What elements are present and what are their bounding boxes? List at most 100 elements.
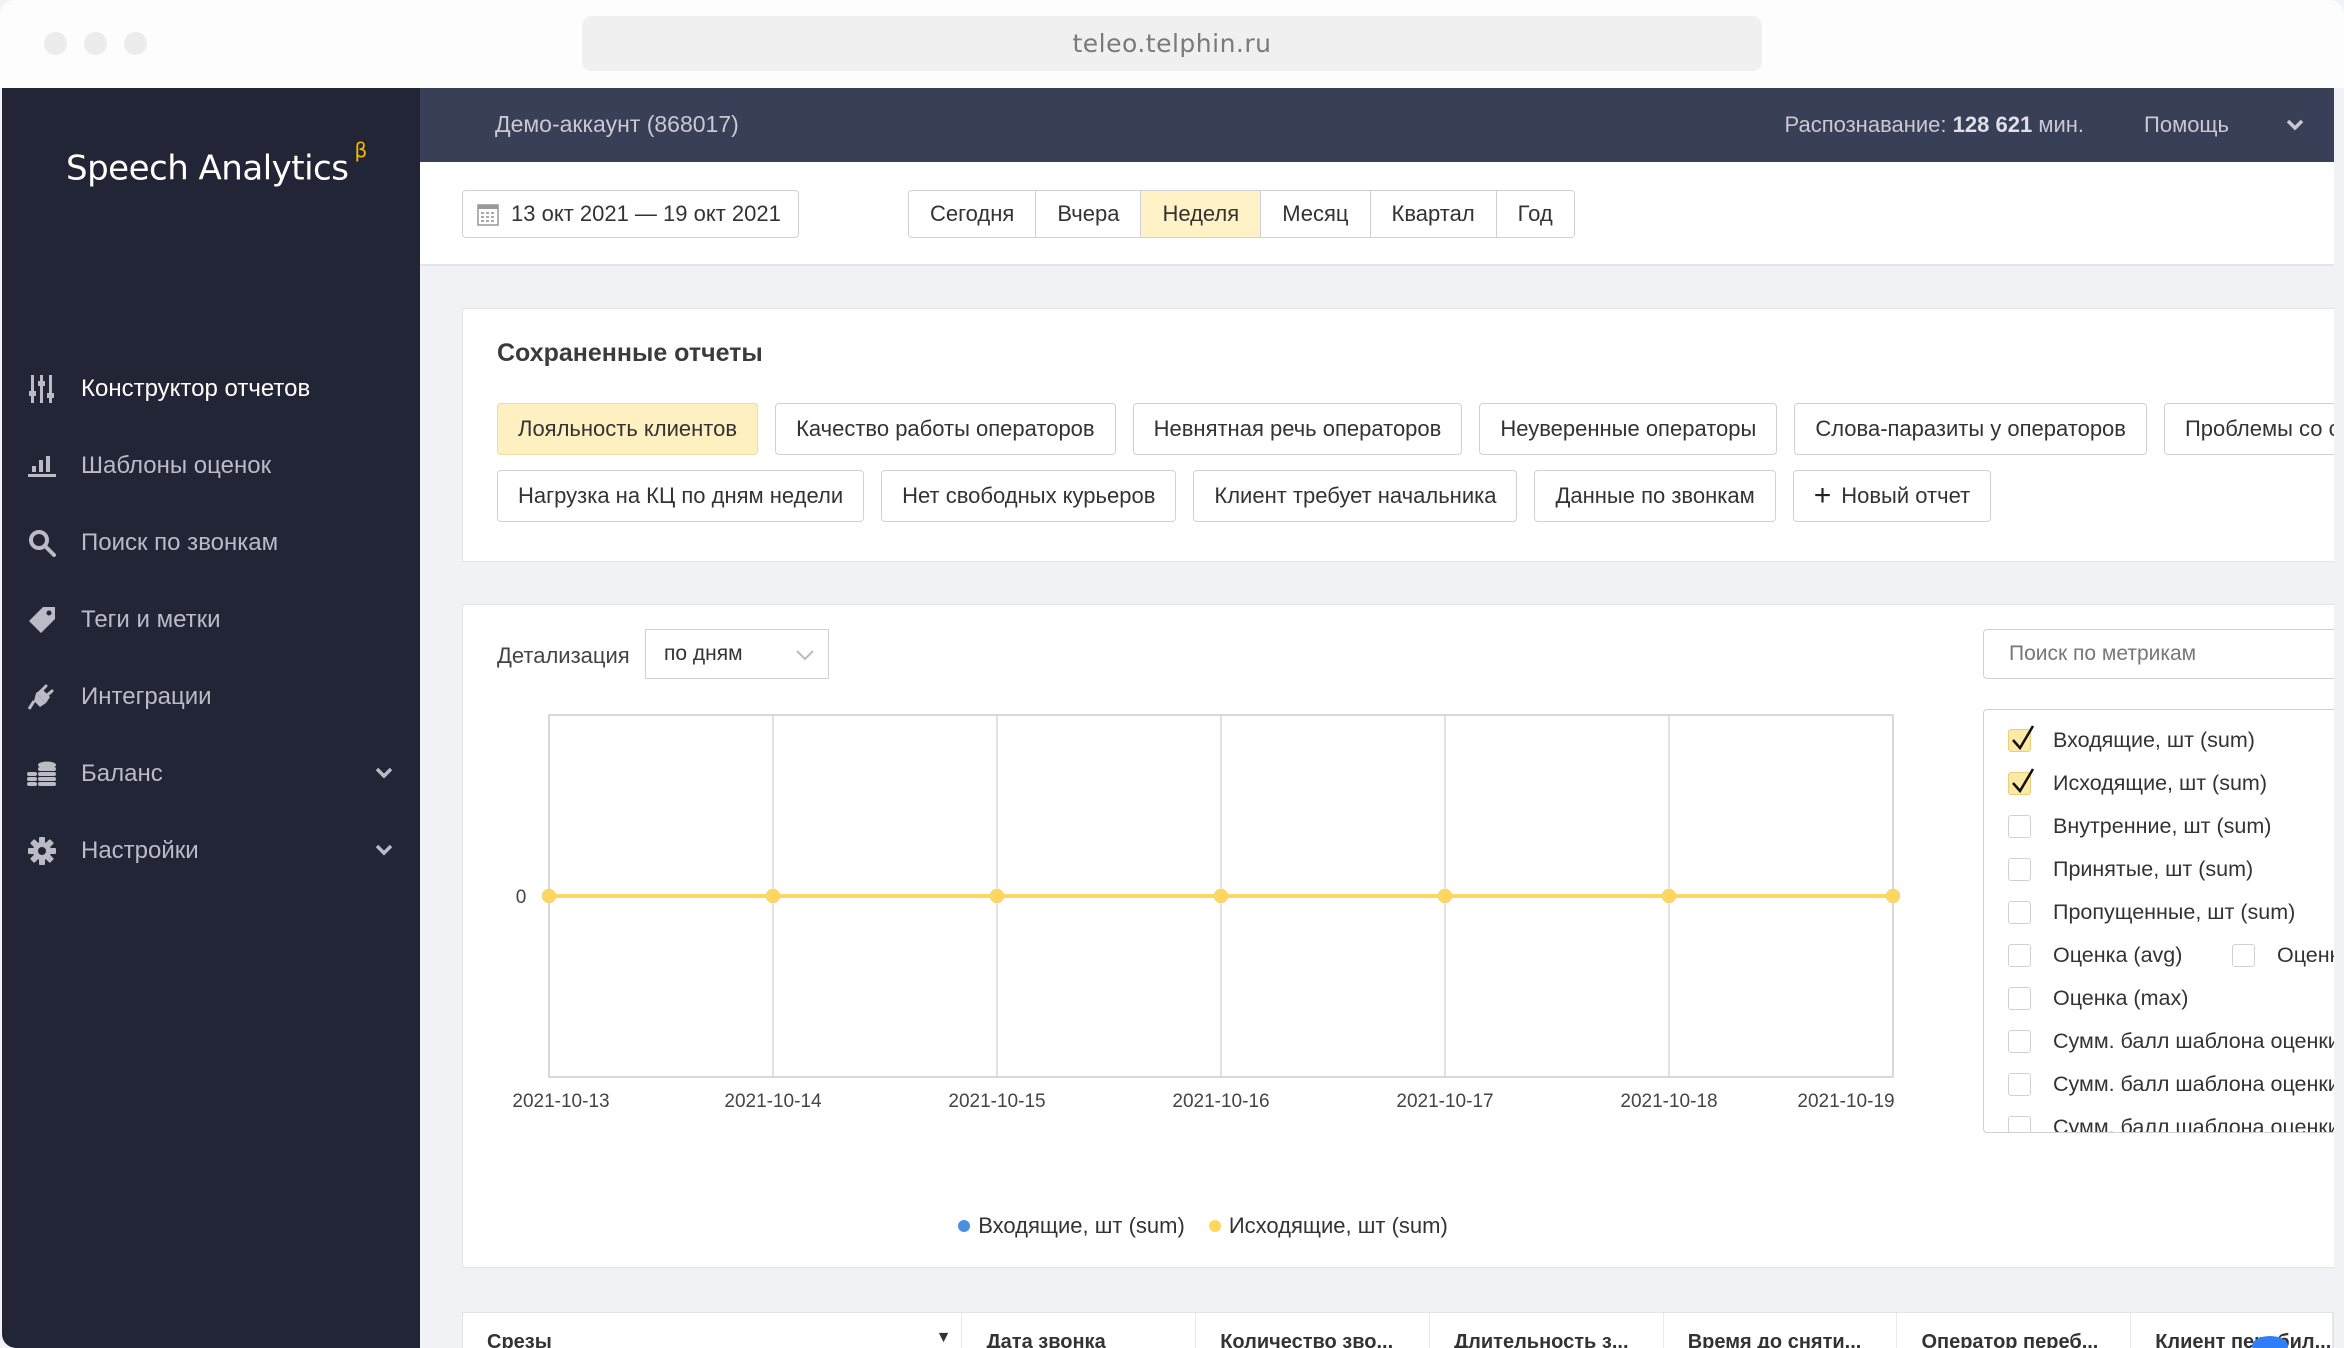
period-yesterday[interactable]: Вчера xyxy=(1036,191,1142,237)
period-month[interactable]: Месяц xyxy=(1261,191,1371,237)
dropdown-triangle-icon[interactable]: ▼ xyxy=(936,1329,952,1347)
metric-list[interactable]: Входящие, шт (sum) Исходящие, шт (sum) В… xyxy=(1983,709,2343,1133)
help-link[interactable]: Помощь xyxy=(2144,112,2229,138)
data-point xyxy=(1886,889,1900,903)
checkbox[interactable] xyxy=(2008,944,2031,967)
legend-item-incoming[interactable]: Входящие, шт (sum) xyxy=(958,1213,1185,1239)
coins-icon xyxy=(27,759,57,789)
metric-checkbox-item[interactable]: Пропущенные, шт (sum) xyxy=(2008,900,2295,925)
chevron-down-icon[interactable] xyxy=(374,763,394,783)
metric-checkbox-item[interactable]: Сумм. балл шаблона оценки xyxy=(2008,1072,2340,1097)
period-year[interactable]: Год xyxy=(1496,191,1574,237)
chart-legend: Входящие, шт (sum) Исходящие, шт (sum) xyxy=(463,1213,1943,1239)
period-week[interactable]: Неделя xyxy=(1141,191,1262,237)
sidebar-item-label: Интеграции xyxy=(81,682,212,710)
metric-checkbox-item[interactable]: Оценка (min) xyxy=(2232,943,2342,968)
x-tick-label: 2021-10-18 xyxy=(1620,1091,1717,1112)
checkbox-checked[interactable] xyxy=(2008,768,2035,795)
sidebar-item-label: Шаблоны оценок xyxy=(81,451,272,479)
metric-checkbox-item[interactable]: Оценка (max) xyxy=(2008,986,2188,1011)
account-name[interactable]: Демо-аккаунт (868017) xyxy=(495,111,739,138)
y-tick-label: 0 xyxy=(516,887,527,908)
metric-checkbox-item[interactable]: Оценка (avg) xyxy=(2008,943,2182,968)
column-header[interactable]: Время до сняти... xyxy=(1664,1313,1898,1348)
checkmark-icon xyxy=(2012,725,2035,751)
legend-item-outgoing[interactable]: Исходящие, шт (sum) xyxy=(1208,1213,1448,1239)
report-chip[interactable]: Неуверенные операторы xyxy=(1479,403,1778,455)
data-point xyxy=(1662,889,1676,903)
data-point xyxy=(766,889,780,903)
x-tick-label: 2021-10-14 xyxy=(724,1091,822,1112)
recognition-label: Распознавание: xyxy=(1784,112,1947,137)
window-minimize-button[interactable] xyxy=(84,32,107,55)
period-quarter[interactable]: Квартал xyxy=(1370,191,1497,237)
sidebar-item-label: Баланс xyxy=(81,759,163,787)
checkbox[interactable] xyxy=(2008,1116,2031,1132)
x-tick-label: 2021-10-19 xyxy=(1797,1091,1894,1112)
column-header[interactable]: Количество зво... xyxy=(1196,1313,1430,1348)
window-close-button[interactable] xyxy=(44,32,67,55)
saved-reports-list: Лояльность клиентов Качество работы опер… xyxy=(497,403,2344,537)
report-chip[interactable]: Слова-паразиты у операторов xyxy=(1794,403,2147,455)
sidebar-nav: Конструктор отчетов Шаблоны оценок Поиск… xyxy=(2,350,420,889)
beta-badge: β xyxy=(354,138,367,162)
column-header[interactable]: Дата звонка xyxy=(962,1313,1197,1348)
metric-checkbox-item[interactable]: Исходящие, шт (sum) xyxy=(2008,768,2267,796)
bar-chart-icon xyxy=(27,451,57,481)
checkbox[interactable] xyxy=(2008,815,2031,838)
report-chip[interactable]: Нагрузка на КЦ по дням недели xyxy=(497,470,865,522)
report-chip[interactable]: Качество работы операторов xyxy=(775,403,1116,455)
checkbox[interactable] xyxy=(2008,901,2031,924)
checkbox[interactable] xyxy=(2008,858,2031,881)
recognition-unit: мин. xyxy=(2038,112,2084,137)
column-header[interactable]: Длительность з... xyxy=(1430,1313,1664,1348)
sidebar-item-report-builder[interactable]: Конструктор отчетов xyxy=(2,350,420,427)
metric-checkbox-item[interactable]: Принятые, шт (sum) xyxy=(2008,857,2253,882)
report-chip[interactable]: Нет свободных курьеров xyxy=(881,470,1177,522)
metric-label: Сумм. балл шаблона оценки xyxy=(2053,1072,2340,1096)
data-point xyxy=(542,889,556,903)
user-menu-chevron-icon[interactable] xyxy=(2284,114,2306,136)
column-header[interactable]: Клиент перебил... xyxy=(2131,1313,2333,1348)
x-tick-label: 2021-10-16 xyxy=(1172,1091,1269,1112)
report-chip[interactable]: Невнятная речь операторов xyxy=(1132,403,1463,455)
chevron-down-icon[interactable] xyxy=(374,840,394,860)
app-logo[interactable]: Speech Analytics β xyxy=(66,138,367,189)
new-report-button[interactable]: + Новый отчет xyxy=(1792,470,1992,522)
metric-checkbox-item[interactable]: Сумм. балл шаблона оценки xyxy=(2008,1029,2340,1054)
sidebar-item-balance[interactable]: Баланс xyxy=(2,735,420,812)
sidebar-item-settings[interactable]: Настройки xyxy=(2,812,420,889)
report-chip[interactable]: Лояльность клиентов xyxy=(497,403,759,455)
metric-label: Оценка (max) xyxy=(2053,986,2189,1010)
sliders-icon xyxy=(27,374,57,404)
metric-checkbox-item[interactable]: Внутренние, шт (sum) xyxy=(2008,814,2271,839)
legend-dot xyxy=(1208,1220,1221,1232)
checkmark-icon xyxy=(2012,768,2035,794)
metric-search-input[interactable] xyxy=(1983,629,2343,679)
sidebar-item-call-search[interactable]: Поиск по звонкам xyxy=(2,504,420,581)
window-maximize-button[interactable] xyxy=(124,32,147,55)
page-scroll-gutter xyxy=(2334,88,2344,1348)
checkbox[interactable] xyxy=(2232,944,2255,967)
report-chip[interactable]: Клиент требует начальника xyxy=(1193,470,1518,522)
sidebar-item-score-templates[interactable]: Шаблоны оценок xyxy=(2,427,420,504)
report-chip[interactable]: Данные по звонкам xyxy=(1534,470,1776,522)
checkbox[interactable] xyxy=(2008,1073,2031,1096)
metric-label: Принятые, шт (sum) xyxy=(2053,857,2254,881)
metric-checkbox-item[interactable]: Входящие, шт (sum) xyxy=(2008,725,2255,753)
column-header-slices[interactable]: Срезы ▼ xyxy=(463,1313,963,1348)
report-chip[interactable]: Проблемы со связью xyxy=(2163,403,2344,455)
sidebar-item-integrations[interactable]: Интеграции xyxy=(2,658,420,735)
address-bar[interactable]: teleo.telphin.ru xyxy=(582,16,1762,71)
legend-dot xyxy=(958,1220,971,1232)
checkbox[interactable] xyxy=(2008,1030,2031,1053)
column-header[interactable]: Оператор переб... xyxy=(1897,1313,2132,1348)
metric-checkbox-item[interactable]: Сумм. балл шаблона оценки xyxy=(2008,1115,2340,1132)
sidebar-item-tags[interactable]: Теги и метки xyxy=(2,581,420,658)
checkbox[interactable] xyxy=(2008,987,2031,1010)
recognition-balance: Распознавание: 128 621 мин. xyxy=(1785,112,2084,138)
period-today[interactable]: Сегодня xyxy=(909,191,1037,237)
checkbox-checked[interactable] xyxy=(2008,725,2035,752)
logo-text: Speech Analytics xyxy=(66,148,349,189)
date-range-picker[interactable]: 13 окт 2021 — 19 окт 2021 xyxy=(462,190,799,238)
